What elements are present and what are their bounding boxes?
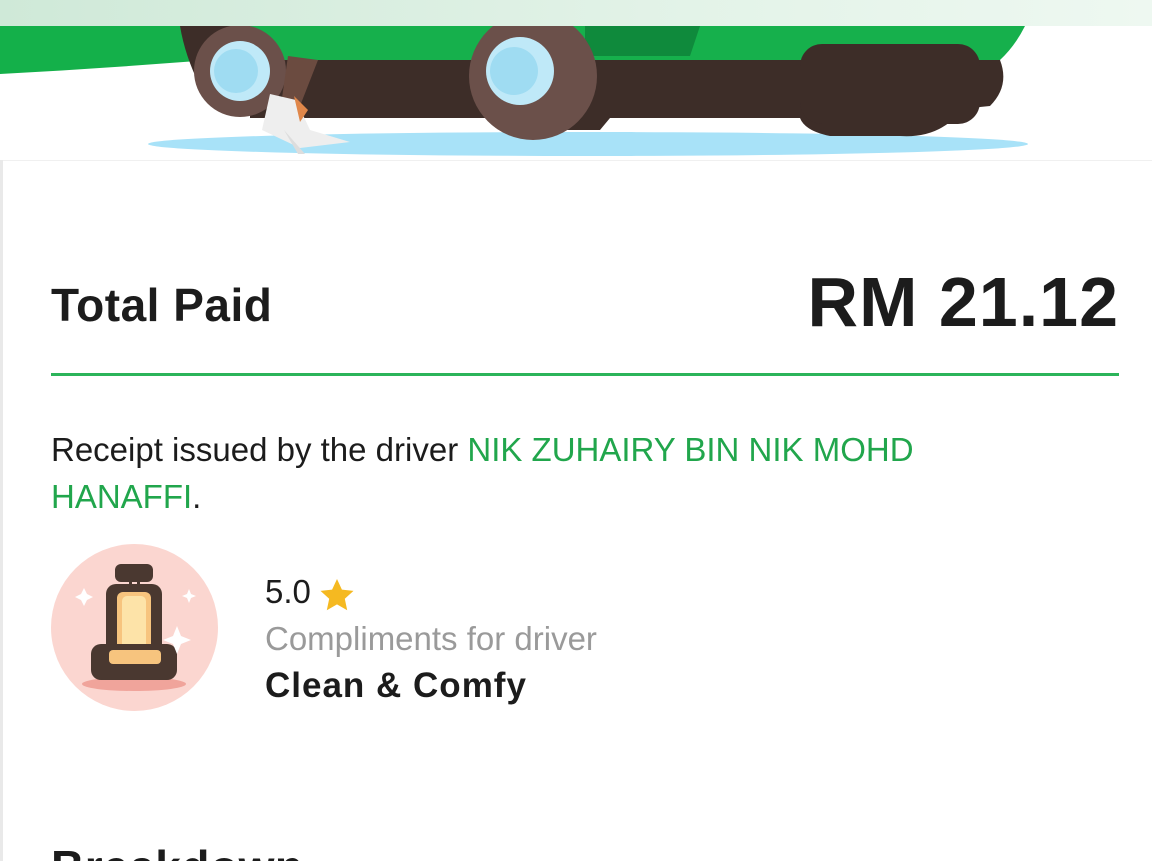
compliment-value: Clean & Comfy (265, 666, 527, 705)
total-paid-label: Total Paid (51, 279, 273, 331)
car-seat-icon (51, 544, 218, 711)
receipt-issued-prefix: Receipt issued by the driver (51, 431, 468, 468)
car-illustration (0, 26, 1028, 156)
hero-illustration (0, 26, 1152, 161)
receipt-issued-suffix: . (192, 478, 202, 515)
breakdown-section-title: Breakdown (51, 840, 303, 861)
section-divider (51, 373, 1119, 376)
rating-line: 5.0 (265, 570, 597, 614)
status-strip (0, 0, 1152, 27)
receipt-issued-text: Receipt issued by the driver NIK ZUHAIRY… (51, 426, 1051, 520)
compliment-label: Compliments for driver (265, 620, 597, 657)
rating-value: 5.0 (265, 573, 311, 610)
driver-rating-block: 5.0 Compliments for driver Clean & Comfy (265, 570, 597, 710)
page-left-edge (0, 160, 3, 861)
total-paid-row: Total Paid RM 21.12 (51, 262, 1119, 342)
total-paid-amount: RM 21.12 (807, 263, 1119, 341)
star-icon (320, 579, 354, 611)
receipt-page: Total Paid RM 21.12 Receipt issued by th… (0, 0, 1152, 861)
